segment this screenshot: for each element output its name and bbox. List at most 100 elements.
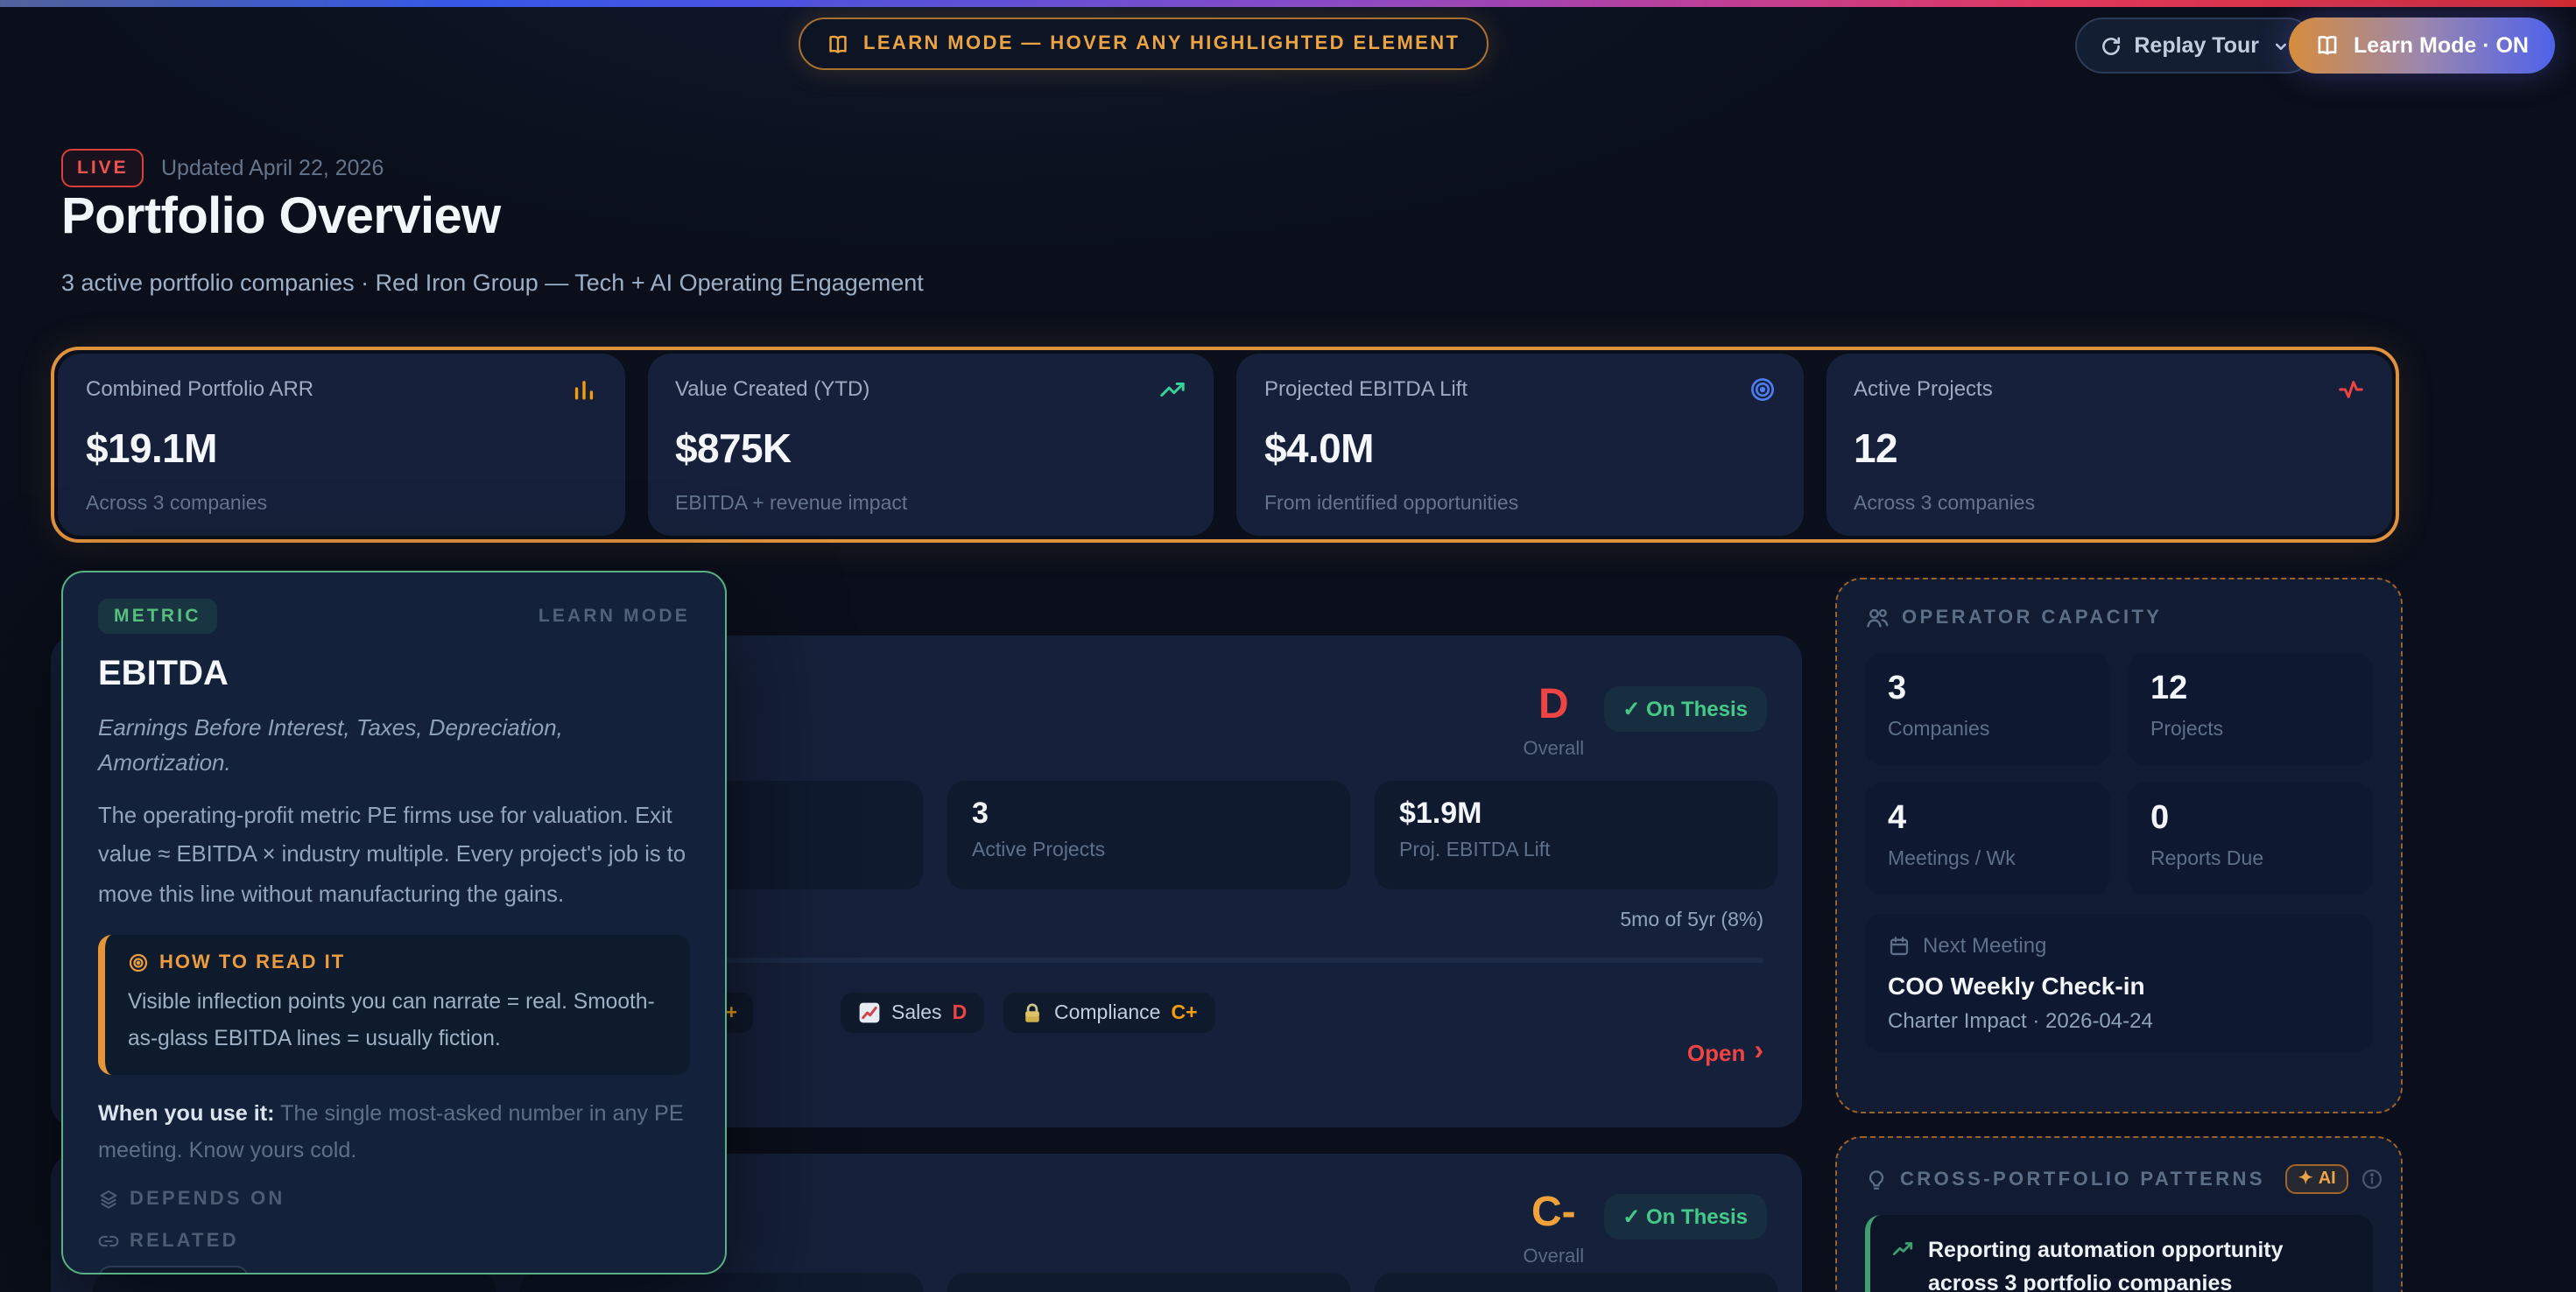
stat-value: 3 [972,797,1326,832]
refresh-icon [2099,34,2122,57]
depends-on-section: DEPENDS ON [98,1190,690,1211]
how-to-read-box: HOW TO READ IT Visible inflection points… [98,935,690,1075]
company1-overall-grade: D [1538,685,1569,727]
stat-label: Reports Due [2150,849,2350,870]
replay-tour-button[interactable]: Replay Tour [2074,18,2315,74]
metric-type-badge: METRIC [98,599,217,634]
company2-overall-grade: C- [1531,1192,1576,1234]
grade-cluster: D Overall ✓ On Thesis [1524,685,1768,760]
ai-badge: ✦ AI [2286,1164,2348,1194]
stat-label: Meetings / Wk [1888,849,2087,870]
when-label: When you use it: [98,1101,275,1126]
kpi-label: Projected EBITDA Lift [1264,376,1467,401]
on-thesis-badge: ✓ On Thesis [1603,686,1767,732]
kpi-value: $875K [675,425,1186,472]
overall-label: Overall [1524,1246,1585,1267]
learn-card-body: The operating-profit metric PE firms use… [98,797,690,914]
cross-portfolio-patterns-panel[interactable]: CROSS-PORTFOLIO PATTERNS ✦ AI Reporting … [1835,1136,2403,1292]
lock-icon [1021,1001,1044,1024]
book-icon [827,32,849,55]
operator-capacity-panel[interactable]: OPERATOR CAPACITY 3 Companies 12 Project… [1835,578,2403,1113]
next-meeting-box: Next Meeting COO Weekly Check-in Charter… [1865,914,2373,1052]
bullseye-icon [128,952,149,973]
stat-box [93,1273,496,1292]
how-to-read-body: Visible inflection points you can narrat… [128,984,667,1057]
next-meeting-label: Next Meeting [1923,933,2046,958]
operator-stat-reports: 0 Reports Due [2128,783,2373,895]
learn-mode-toggle-button[interactable]: Learn Mode · ON [2289,18,2555,74]
stat-box [947,1273,1350,1292]
kpi-card-active-projects: Active Projects 12 Across 3 companies [1826,354,2392,536]
bar-chart-icon [570,376,596,403]
chevron-down-icon [2271,36,2291,55]
learn-mode-toggle-label: Learn Mode · ON [2354,33,2529,58]
kpi-subtext: Across 3 companies [86,494,596,515]
learn-mode-popup: METRIC LEARN MODE EBITDA Earnings Before… [61,571,727,1274]
kpi-value: $4.0M [1264,425,1775,472]
page-subtitle: 3 active portfolio companies · Red Iron … [61,270,924,296]
chip-label: Sales [891,1002,942,1023]
layers-icon [98,1190,119,1211]
company2-stats-row [93,1273,1777,1292]
related-section: RELATED [98,1232,690,1253]
stat-value: 12 [2150,671,2350,709]
live-badge: LIVE [61,149,144,187]
stat-box-ebitda-lift: $1.9M Proj. EBITDA Lift [1375,781,1777,889]
open-company-link[interactable]: Open › [1687,1040,1763,1066]
stat-value: 0 [2150,800,2350,839]
learn-mode-banner-label: LEARN MODE — HOVER ANY HIGHLIGHTED ELEME… [863,33,1460,54]
kpi-card-ebitda-lift: Projected EBITDA Lift $4.0M From identif… [1236,354,1803,536]
stat-value: 4 [1888,800,2087,839]
stat-label: Active Projects [972,840,1326,861]
stat-box [1375,1273,1777,1292]
workstream-chip-sales[interactable]: Sales D [841,993,984,1033]
chip-grade: D [953,1002,968,1023]
kpi-subtext: From identified opportunities [1264,494,1775,515]
operator-stat-projects: 12 Projects [2128,653,2373,765]
kpi-label: Combined Portfolio ARR [86,376,313,401]
pattern-item[interactable]: Reporting automation opportunity across … [1865,1215,2373,1292]
overall-label: Overall [1524,739,1585,760]
users-icon [1865,606,1890,630]
info-icon[interactable] [2361,1168,2383,1190]
on-thesis-badge: ✓ On Thesis [1603,1194,1767,1239]
next-meeting-title: COO Weekly Check-in [1888,972,2350,1000]
kpi-value: 12 [1854,425,2364,472]
target-icon [1749,376,1775,403]
tenure-progress-label: 5mo of 5yr (8%) [1620,910,1763,931]
top-gradient-bar [0,0,2576,7]
grade-cluster: C- Overall ✓ On Thesis [1524,1192,1768,1267]
activity-icon [2338,376,2364,403]
workstream-chip-compliance[interactable]: Compliance C+ [1003,993,1215,1033]
stat-label: Companies [1888,720,2087,741]
sparkle-icon: ✦ [2298,1169,2313,1189]
link-icon [98,1232,119,1253]
how-to-read-title: HOW TO READ IT [159,952,345,973]
lightbulb-icon [1865,1168,1888,1190]
stat-label: Proj. EBITDA Lift [1399,840,1753,861]
stat-box-active-projects: 3 Active Projects [947,781,1350,889]
stat-value: $1.9M [1399,797,1753,832]
chevron-right-icon: › [1754,1038,1763,1066]
trending-up-icon [1159,376,1186,403]
operator-stat-meetings: 4 Meetings / Wk [1865,783,2110,895]
page-title: Portfolio Overview [61,189,501,247]
operator-capacity-title: OPERATOR CAPACITY [1902,607,2162,628]
kpi-label: Value Created (YTD) [675,376,869,401]
related-chip-moic-irr[interactable]: MOIC & IRR [98,1267,249,1274]
learn-mode-banner: LEARN MODE — HOVER ANY HIGHLIGHTED ELEME… [799,18,1488,70]
stat-label: Projects [2150,720,2350,741]
pattern-item-text: Reporting automation opportunity across … [1928,1234,2352,1292]
learn-mode-label: LEARN MODE [538,606,690,627]
patterns-title: CROSS-PORTFOLIO PATTERNS [1900,1169,2265,1190]
kpi-card-combined-arr: Combined Portfolio ARR $19.1M Across 3 c… [58,354,624,536]
open-label: Open [1687,1040,1745,1066]
kpi-row-highlight[interactable]: Combined Portfolio ARR $19.1M Across 3 c… [51,347,2399,543]
learn-card-definition: Earnings Before Interest, Taxes, Depreci… [98,711,690,779]
calendar-icon [1888,934,1911,957]
when-you-use-it: When you use it: The single most-asked n… [98,1096,690,1169]
next-meeting-subtitle: Charter Impact · 2026-04-24 [1888,1008,2350,1033]
kpi-value: $19.1M [86,425,596,472]
operator-stat-companies: 3 Companies [1865,653,2110,765]
stat-value: 3 [1888,671,2087,709]
